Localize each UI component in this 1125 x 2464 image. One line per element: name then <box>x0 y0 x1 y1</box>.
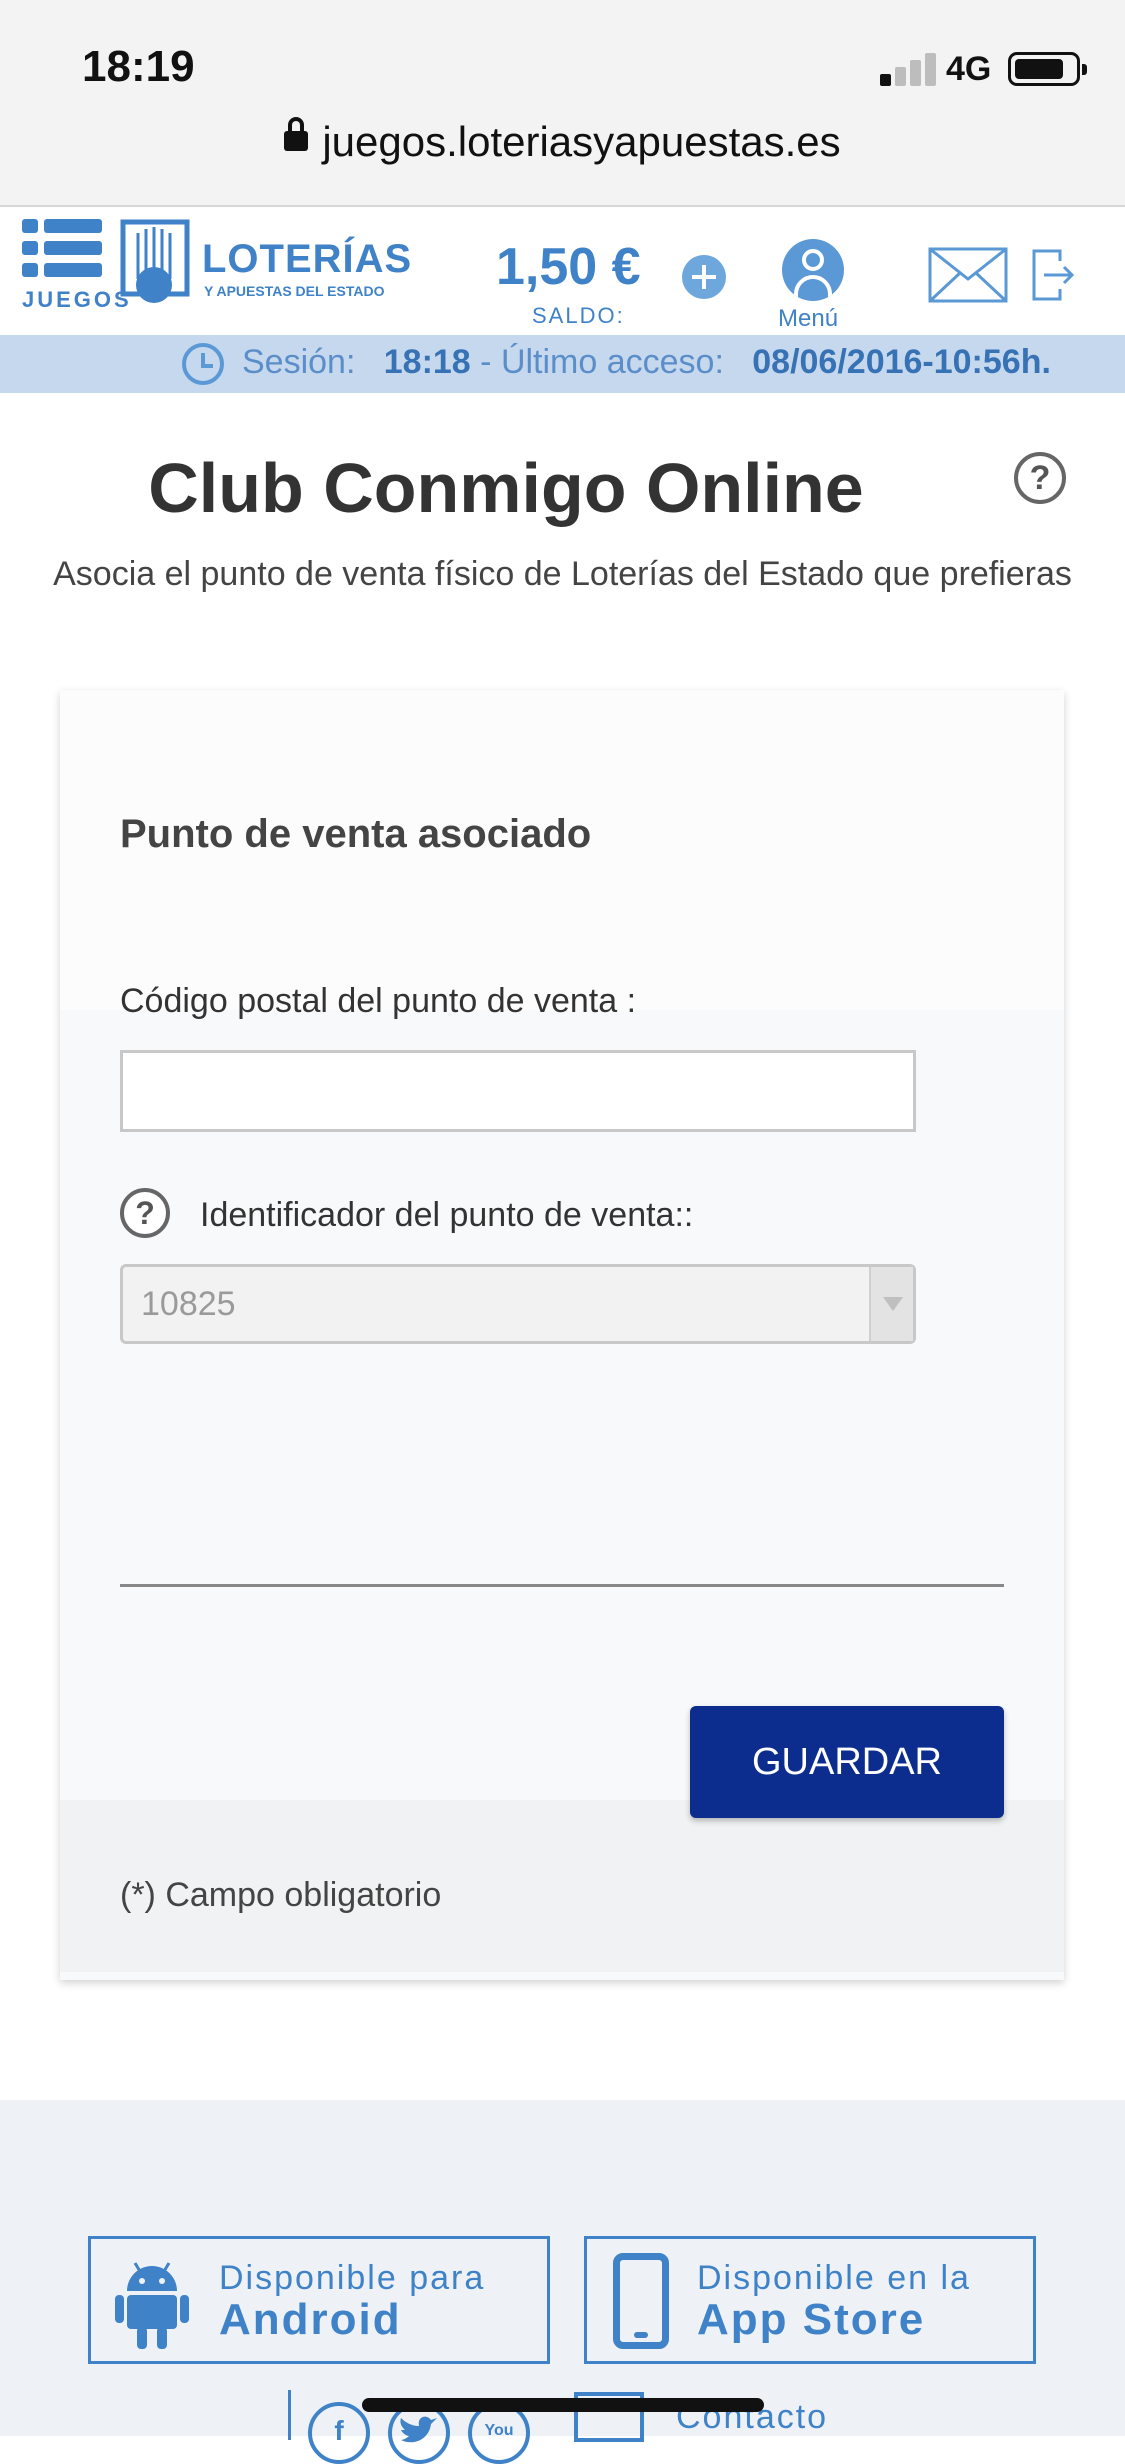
app-store-button[interactable]: Disponible en la App Store <box>584 2236 1036 2364</box>
address-bar[interactable]: juegos.loteriasyapuestas.es <box>0 116 1125 166</box>
identifier-selected-value: 10825 <box>141 1285 236 1323</box>
logo-subtitle: Y APUESTAS DEL ESTADO <box>204 283 385 299</box>
last-access-value: 08/06/2016-10:56h. <box>752 343 1051 381</box>
mail-icon[interactable] <box>928 247 1008 303</box>
page-subtitle: Asocia el punto de venta físico de Loter… <box>53 555 1072 593</box>
identifier-label: Identificador del punto de venta:: <box>200 1196 694 1234</box>
required-field-note: (*) Campo obligatorio <box>120 1876 442 1914</box>
loterias-logo-icon[interactable] <box>120 219 190 315</box>
home-indicator[interactable] <box>362 2398 764 2412</box>
battery-icon <box>1008 52 1087 86</box>
logo-title: LOTERÍAS <box>202 237 413 281</box>
session-label: Sesión: <box>242 343 356 381</box>
identifier-select[interactable]: 10825 <box>120 1264 916 1344</box>
section-title: Punto de venta asociado <box>120 812 592 856</box>
apple-line1: Disponible en la <box>697 2259 971 2297</box>
facebook-icon[interactable]: f <box>308 2402 370 2464</box>
site-header: JUEGOS LOTERÍAS Y APUESTAS DEL ESTADO 1,… <box>0 207 1125 337</box>
logout-icon[interactable] <box>1030 247 1076 303</box>
android-icon <box>115 2262 189 2349</box>
clock-icon <box>182 343 224 385</box>
separator <box>288 2390 291 2440</box>
android-store-button[interactable]: Disponible para Android <box>88 2236 550 2364</box>
session-time: 18:18 <box>383 343 471 381</box>
user-menu-label[interactable]: Menú <box>778 305 838 333</box>
user-avatar-icon[interactable] <box>782 239 844 301</box>
page-title: Club Conmigo Online <box>148 449 864 527</box>
chevron-down-icon[interactable] <box>869 1267 913 1341</box>
divider-line <box>120 1584 1004 1587</box>
network-type: 4G <box>946 50 992 88</box>
signal-icon <box>880 52 936 86</box>
juegos-label[interactable]: JUEGOS <box>22 287 132 313</box>
balance-label: SALDO: <box>532 303 625 328</box>
status-time: 18:19 <box>82 42 195 91</box>
form-card: Punto de venta asociado Código postal de… <box>60 690 1064 1980</box>
lock-icon <box>284 116 309 151</box>
android-line1: Disponible para <box>219 2259 486 2297</box>
session-bar: Sesión: 18:18 - Último acceso: 08/06/201… <box>0 335 1125 393</box>
last-access-label: Último acceso: <box>500 343 724 381</box>
apple-line2: App Store <box>697 2295 926 2344</box>
smartphone-icon <box>613 2253 669 2349</box>
session-separator: - <box>470 343 501 381</box>
add-funds-plus-icon[interactable] <box>682 255 726 299</box>
balance-value: 1,50 € <box>496 238 641 296</box>
help-icon[interactable]: ? <box>1014 452 1066 504</box>
save-button[interactable]: GUARDAR <box>690 1706 1004 1818</box>
android-line2: Android <box>219 2295 402 2344</box>
postal-code-label: Código postal del punto de venta : <box>120 982 637 1020</box>
url-text: juegos.loteriasyapuestas.es <box>322 118 841 165</box>
identifier-help-icon[interactable]: ? <box>120 1188 170 1238</box>
session-info: Sesión: 18:18 - Último acceso: 08/06/201… <box>242 343 1051 382</box>
postal-code-input[interactable] <box>120 1050 916 1132</box>
page-footer: Disponible para Android Disponible en la… <box>0 2100 1125 2464</box>
browser-chrome: 18:19 4G juegos.loteriasyapuestas.es <box>0 0 1125 205</box>
